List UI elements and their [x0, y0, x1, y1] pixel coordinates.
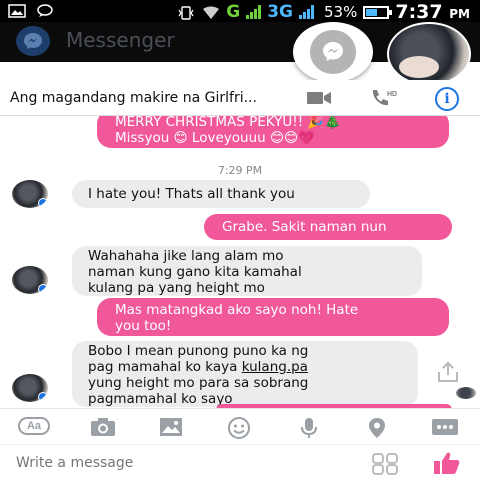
messenger-chat-head[interactable]: [293, 22, 373, 82]
share-icon[interactable]: [436, 361, 460, 387]
vibrate-icon: [178, 5, 196, 20]
messenger-badge-icon: [38, 284, 48, 294]
message-list[interactable]: MERRY CHRISTMAS PEKYU!! 🎉🎄 Missyou 😊 Lov…: [0, 116, 480, 408]
camera-icon[interactable]: [90, 417, 116, 442]
phone-hd-icon[interactable]: HD: [370, 88, 398, 113]
conversation-header: Ang magandang makire na Girlfri... HD i: [0, 80, 480, 116]
gallery-icon[interactable]: [159, 417, 183, 442]
video-camera-icon[interactable]: [306, 90, 332, 111]
image-notification-icon: [8, 3, 26, 18]
messenger-badge-icon: [38, 198, 48, 208]
contact-avatar: [12, 266, 48, 294]
network-3g-label: 3G: [267, 2, 294, 22]
message-received[interactable]: I hate you! Thats all thank you: [72, 180, 370, 208]
messenger-badge-icon: [38, 392, 48, 402]
stickers-icon[interactable]: [371, 453, 399, 480]
status-bar: G 3G 53% 7:37 PM: [0, 0, 480, 23]
contact-name[interactable]: Ang magandang makire na Girlfri...: [10, 90, 257, 106]
like-thumb-icon[interactable]: [433, 451, 461, 480]
battery-percent: 53%: [324, 3, 358, 21]
info-icon[interactable]: i: [435, 87, 459, 111]
message-sent[interactable]: Mas matangkad ako sayo noh! Hate you too…: [97, 298, 449, 336]
wifi-icon: [202, 5, 220, 19]
location-icon[interactable]: [367, 417, 387, 444]
message-received[interactable]: Bobo I mean punong puno ka ng pag mamaha…: [72, 341, 418, 407]
network-g-label: G: [226, 2, 241, 22]
message-timestamp: 7:29 PM: [217, 164, 263, 177]
microphone-icon[interactable]: [299, 417, 319, 444]
text-format-icon[interactable]: Aa: [18, 417, 50, 435]
chat-notification-icon: [36, 3, 54, 17]
message-received[interactable]: Wahahaha jike lang alam mo naman kung ga…: [72, 246, 422, 296]
link-text[interactable]: kulang.pa: [242, 359, 308, 375]
clock: 7:37 PM: [395, 1, 470, 23]
messenger-bubble-icon: [310, 30, 356, 74]
composer-toolbar: Aa: [0, 408, 480, 444]
emoji-icon[interactable]: [226, 417, 252, 444]
more-icon[interactable]: [431, 417, 459, 442]
contact-avatar: [12, 374, 48, 402]
message-sent[interactable]: Grabe. Sakit naman nun: [204, 214, 452, 240]
battery-icon: [363, 5, 393, 19]
message-composer: [0, 444, 480, 480]
contact-chat-head-avatar[interactable]: [387, 22, 471, 86]
seen-avatar: [456, 387, 476, 399]
contact-avatar: [12, 180, 48, 208]
message-sent-christmas[interactable]: MERRY CHRISTMAS PEKYU!! 🎉🎄 Missyou 😊 Lov…: [97, 116, 449, 148]
message-input[interactable]: [16, 455, 316, 471]
svg-text:HD: HD: [387, 91, 397, 98]
app-title: Messenger: [66, 28, 175, 52]
signal-bars-g-icon: [246, 5, 262, 19]
messenger-logo-icon: [16, 26, 50, 56]
signal-bars-3g-icon: [299, 5, 315, 19]
